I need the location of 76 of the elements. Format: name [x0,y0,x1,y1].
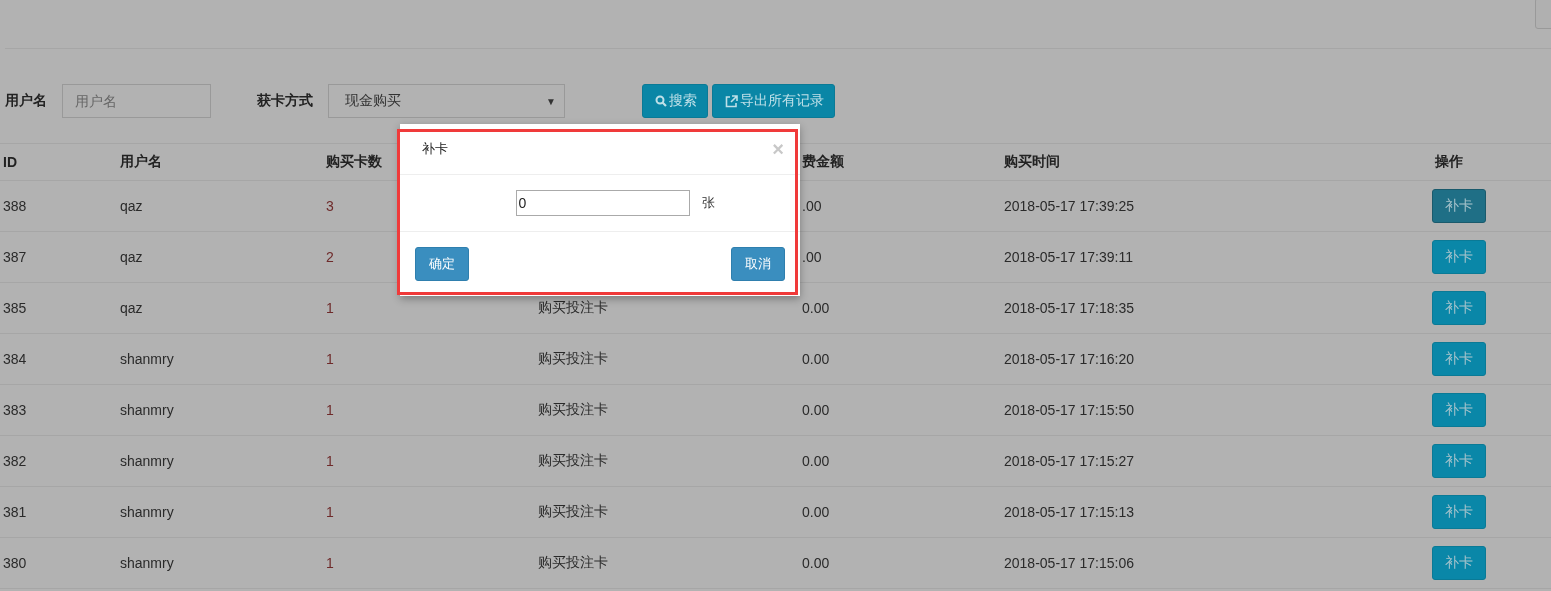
filter-label: 用户名 [5,92,47,110]
top-right-tab[interactable] [1535,0,1551,29]
table-cell-text: 0.00 [801,351,830,367]
cancel-button[interactable]: 取消 [731,247,785,281]
table-cell-text: 2018-05-17 17:15:13 [1003,504,1134,520]
reissue-button[interactable]: 补卡 [1432,444,1486,478]
table-cell-text: .00 [801,249,822,265]
table-cell-text: 0.00 [801,453,830,469]
table-cell-text: 1 [325,300,334,316]
caret-icon: ▼ [546,95,556,107]
export-button[interactable]: 导出所有记录 [712,84,835,118]
table-cell-text: 0.00 [801,402,830,418]
table-cell-text: 388 [2,198,27,214]
table-cell-text: 0.00 [801,555,830,571]
reissue-button[interactable]: 补卡 [1432,546,1486,580]
table-cell-text: 1 [325,453,334,469]
table-cell-text: shanmry [119,453,174,469]
table-cell-text: qaz [119,300,143,316]
search-icon [655,95,667,107]
table-cell-text: 购买投注卡 [537,299,608,317]
table-cell-text: 购买投注卡 [537,452,608,470]
reissue-button[interactable]: 补卡 [1432,342,1486,376]
table-cell-text: 2 [325,249,334,265]
table-cell-text: 1 [325,402,334,418]
table-cell-text: 382 [2,453,27,469]
username-field[interactable]: 用户名 [62,84,211,118]
filter-label: 获卡方式 [257,92,313,110]
table-cell-text: 购买投注卡 [537,401,608,419]
column-header: ID [2,154,18,170]
table-cell-text: shanmry [119,504,174,520]
table-cell-text: 380 [2,555,27,571]
column-header: 购买时间 [1003,153,1061,171]
table-cell-text: 383 [2,402,27,418]
table-cell-text: 1 [325,504,334,520]
table-cell-text: 387 [2,249,27,265]
column-header: 用户名 [119,153,163,171]
table-cell-text: 2018-05-17 17:18:35 [1003,300,1134,316]
table-cell-text: 2018-05-17 17:39:25 [1003,198,1134,214]
table-cell-text: shanmry [119,351,174,367]
reissue-button[interactable]: 补卡 [1432,291,1486,325]
confirm-button[interactable]: 确定 [415,247,469,281]
table-cell-text: 2018-05-17 17:15:50 [1003,402,1134,418]
table-cell-text: 2018-05-17 17:39:11 [1003,249,1133,265]
table-cell-text: qaz [119,249,143,265]
method-select[interactable]: 现金购买 ▼ [328,84,565,118]
table-cell-text: shanmry [119,402,174,418]
table-cell-text: 购买投注卡 [537,350,608,368]
search-button[interactable]: 搜索 [642,84,708,118]
table-cell-text: .00 [801,198,822,214]
table-cell-text: 0.00 [801,300,830,316]
table-cell-text: 1 [325,555,334,571]
close-button[interactable]: × [772,139,784,159]
table-cell-text: 2018-05-17 17:15:27 [1003,453,1134,469]
table-cell-text: 3 [325,198,334,214]
dialog-title: 补卡 [422,140,448,158]
quantity-field[interactable]: 0 [515,190,690,216]
table-cell-text: 购买投注卡 [537,554,608,572]
table-cell-text: 2018-05-17 17:15:06 [1003,555,1134,571]
reissue-button[interactable]: 补卡 [1432,495,1486,529]
reissue-button[interactable]: 补卡 [1432,240,1486,274]
table-cell-text: 381 [2,504,27,520]
external-link-icon [725,94,738,108]
table-cell-text: 购买投注卡 [537,503,608,521]
table-cell-text: 385 [2,300,27,316]
table-cell-text: qaz [119,198,143,214]
table-cell-text: shanmry [119,555,174,571]
unit-label: 张 [701,194,715,212]
column-header: 购买卡数 [325,153,383,171]
reissue-button[interactable]: 补卡 [1432,189,1486,223]
table-cell-text: 384 [2,351,27,367]
table-cell-text: 0.00 [801,504,830,520]
table-cell-text: 1 [325,351,334,367]
column-header: 费金额 [801,153,845,171]
table-cell-text: 2018-05-17 17:16:20 [1003,351,1134,367]
reissue-button[interactable]: 补卡 [1432,393,1486,427]
column-header: 操作 [1434,153,1464,171]
